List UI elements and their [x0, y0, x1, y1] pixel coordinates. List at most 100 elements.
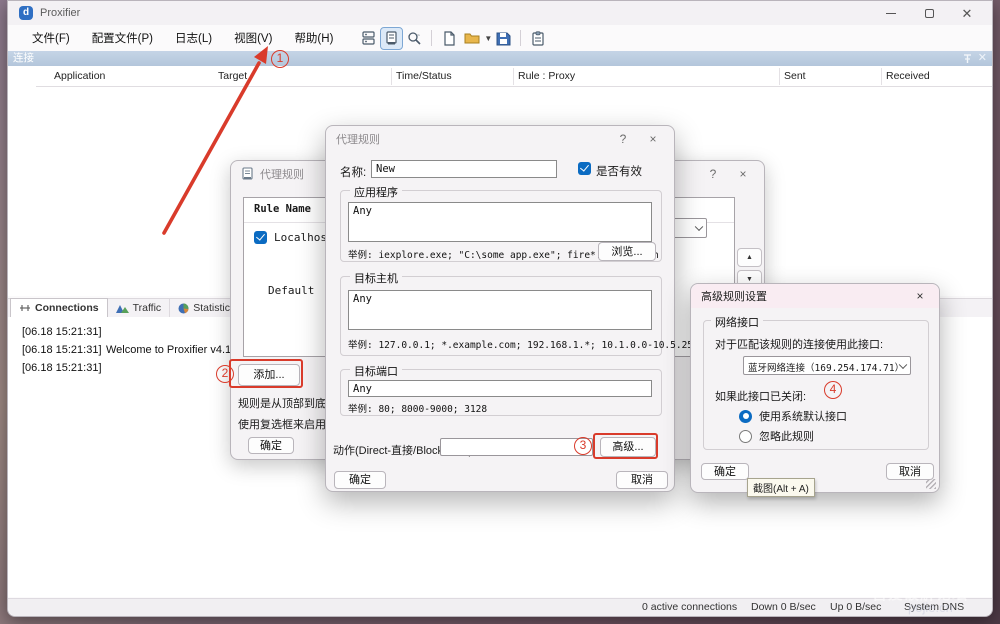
advanced-cancel-button[interactable]: 取消 [886, 463, 934, 480]
titlebar[interactable]: d Proxifier ✕ [8, 1, 992, 25]
column-separator[interactable] [391, 68, 392, 85]
proxy-checker-button[interactable]: ~ [404, 28, 425, 49]
radio-default-interface[interactable]: 使用系统默认接口 [739, 408, 847, 424]
traffic-tab-icon [116, 303, 129, 313]
col-sent[interactable]: Sent [784, 70, 806, 82]
close-icon: ✕ [962, 7, 973, 20]
name-input[interactable]: New [371, 160, 557, 178]
rules-ok-button[interactable]: 确定 [248, 437, 294, 454]
step-4-badge: 4 [824, 381, 842, 399]
log-entry: [06.18 15:21:31] [22, 326, 106, 338]
save-floppy-icon [496, 31, 511, 46]
column-separator[interactable] [779, 68, 780, 85]
save-profile-button[interactable] [493, 28, 514, 49]
proxifier-logo-icon: d [19, 6, 33, 20]
log-entry: [06.18 15:21:31] [22, 362, 106, 374]
enabled-checkbox-icon[interactable] [578, 162, 591, 175]
rule-ok-button[interactable]: 确定 [334, 471, 386, 489]
rules-dialog-title: 代理规则 [260, 166, 304, 182]
name-label: 名称: [340, 164, 366, 180]
interface-value: 蓝牙网络连接（169.254.174.71）[d [748, 360, 898, 374]
menu-file[interactable]: 文件(F) [24, 26, 78, 50]
open-folder-icon [464, 31, 480, 45]
clipboard-button[interactable] [527, 28, 548, 49]
proxy-rules-button[interactable] [381, 28, 402, 49]
proxy-rules-icon [384, 31, 399, 46]
log-time: [06.18 15:21:31] [22, 362, 106, 374]
col-rule-proxy[interactable]: Rule : Proxy [518, 70, 575, 82]
applications-textarea[interactable]: Any [348, 202, 652, 242]
close-button[interactable]: ✕ [948, 1, 986, 25]
maximize-button[interactable] [910, 1, 948, 25]
toolbar: ~ ▼ [357, 28, 549, 49]
open-profile-button[interactable] [461, 28, 482, 49]
rules-column-header[interactable]: Rule Name [254, 203, 311, 215]
rule-row-default[interactable]: Default [268, 283, 314, 297]
radio-unselected-icon [739, 430, 752, 443]
log-time: [06.18 15:21:31] [22, 326, 106, 338]
proxy-servers-button[interactable] [358, 28, 379, 49]
minimize-button[interactable] [872, 1, 910, 25]
tab-traffic[interactable]: Traffic [108, 299, 171, 317]
window-title: Proxifier [40, 7, 80, 19]
menu-view[interactable]: 视图(V) [226, 26, 280, 50]
new-profile-button[interactable] [438, 28, 459, 49]
move-up-button[interactable]: ▲ [737, 248, 762, 267]
open-profile-caret-icon[interactable]: ▼ [484, 34, 492, 43]
menubar: 文件(F) 配置文件(P) 日志(L) 视图(V) 帮助(H) [8, 25, 992, 51]
radio-ignore-label: 忽略此规则 [759, 428, 814, 444]
menu-log[interactable]: 日志(L) [167, 26, 220, 50]
col-time-status[interactable]: Time/Status [396, 70, 452, 82]
help-icon[interactable]: ? [700, 165, 726, 183]
target-ports-input[interactable]: Any [348, 380, 652, 397]
rules-dialog-icon [241, 167, 254, 181]
checkbox-checked-icon[interactable] [254, 231, 267, 244]
rule-row-localhost[interactable]: Localhost [254, 231, 334, 244]
panel-close-icon[interactable]: ✕ [978, 51, 987, 66]
tab-connections-label: Connections [35, 302, 99, 314]
browse-button[interactable]: 浏览... [598, 242, 656, 261]
close-icon[interactable]: × [730, 165, 756, 183]
tab-traffic-label: Traffic [133, 302, 162, 314]
column-separator[interactable] [513, 68, 514, 85]
rule-dialog-title: 代理规则 [336, 131, 380, 147]
minimize-icon [886, 13, 896, 14]
clipboard-icon [531, 31, 545, 46]
menu-help[interactable]: 帮助(H) [286, 26, 341, 50]
rules-note-1: 规则是从顶部到底部 [238, 395, 337, 411]
menu-profile[interactable]: 配置文件(P) [84, 26, 161, 50]
rule-dialog-titlebar[interactable]: 代理规则 ? × [326, 126, 674, 152]
rule-cancel-button[interactable]: 取消 [616, 471, 668, 489]
interface-dropdown[interactable]: 蓝牙网络连接（169.254.174.71）[d [743, 356, 911, 375]
close-icon[interactable]: × [907, 287, 933, 305]
tab-connections[interactable]: Connections [10, 298, 108, 317]
radio-default-label: 使用系统默认接口 [759, 408, 847, 424]
col-received[interactable]: Received [886, 70, 930, 82]
toolbar-separator [520, 30, 521, 46]
proxy-servers-icon [361, 31, 376, 46]
col-application[interactable]: Application [54, 70, 105, 82]
connections-panel-header: 连接 ✕ [8, 51, 992, 66]
advanced-dialog-title: 高级规则设置 [701, 288, 767, 304]
help-icon[interactable]: ? [610, 130, 636, 148]
action-combo[interactable] [440, 438, 593, 456]
pin-icon[interactable] [963, 53, 972, 64]
connections-tab-icon [19, 303, 31, 313]
target-hosts-textarea[interactable]: Any [348, 290, 652, 330]
close-icon[interactable]: × [640, 130, 666, 148]
target-ports-legend: 目标端口 [350, 363, 402, 379]
network-interface-legend: 网络接口 [711, 314, 763, 330]
target-ports-example: 举例: 80; 8000-9000; 3128 [348, 401, 487, 415]
advanced-ok-button[interactable]: 确定 [701, 463, 749, 480]
maximize-icon [925, 9, 934, 18]
advanced-button-highlight [593, 433, 658, 459]
col-target[interactable]: Target [218, 70, 247, 82]
chevron-down-icon [695, 223, 703, 231]
log-entry: [06.18 15:21:31] Welcome to Proxifier v4… [22, 344, 258, 356]
advanced-dialog-titlebar[interactable]: 高级规则设置 × [691, 284, 939, 308]
advanced-rule-settings-dialog: 高级规则设置 × 网络接口 对于匹配该规则的连接使用此接口: 蓝牙网络连接（16… [690, 283, 940, 493]
resize-grip[interactable] [926, 479, 936, 489]
radio-ignore-rule[interactable]: 忽略此规则 [739, 428, 814, 444]
connections-panel-title: 连接 [13, 52, 34, 64]
column-separator[interactable] [881, 68, 882, 85]
